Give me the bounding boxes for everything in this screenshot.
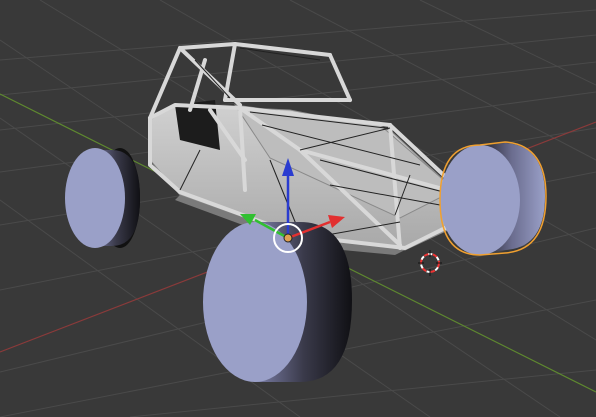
3d-viewport[interactable]: [0, 0, 596, 417]
rear-left-wheel[interactable]: [65, 148, 140, 248]
wheel-hub-face: [65, 148, 125, 248]
wheel-hub-face: [440, 145, 520, 255]
wheel-hub-face: [203, 222, 307, 382]
object-origin-pivot: [283, 233, 293, 243]
rear-right-wheel[interactable]: [439, 141, 547, 256]
